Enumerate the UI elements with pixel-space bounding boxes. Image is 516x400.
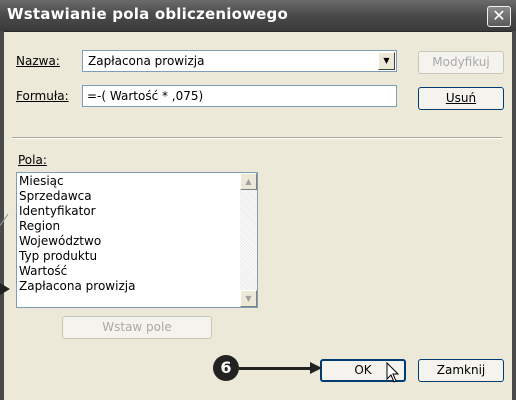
mouse-pointer-icon (386, 362, 400, 383)
close-button[interactable]: Zamknij (418, 359, 504, 382)
modify-button[interactable]: Modyfikuj (418, 51, 504, 74)
arrow-up-icon[interactable]: ▲ (240, 173, 257, 190)
fields-label: Pola: (18, 153, 47, 167)
chevron-down-icon[interactable]: ▼ (378, 52, 395, 70)
insert-field-button[interactable]: Wstaw pole (62, 316, 212, 339)
name-label-text: Nazwa: (16, 54, 60, 68)
callout-arrow-line (239, 367, 311, 370)
name-combobox[interactable]: Zapłacona prowizja ▼ (82, 50, 397, 72)
annotation-arrow-left (0, 283, 10, 295)
list-item[interactable]: Region (19, 219, 135, 234)
dialog-title: Wstawianie pola obliczeniowego (7, 5, 288, 23)
step-callout: 6 (213, 355, 239, 381)
fields-items: Miesiąc Sprzedawca Identyfikator Region … (19, 174, 135, 294)
arrow-down-icon[interactable]: ▼ (240, 290, 257, 307)
list-item[interactable]: Miesiąc (19, 174, 135, 189)
delete-button-label: Usuń (445, 91, 477, 105)
window-frame-right (512, 31, 516, 400)
list-item[interactable]: Sprzedawca (19, 189, 135, 204)
list-item[interactable]: Identyfikator (19, 204, 135, 219)
list-scrollbar[interactable]: ▲ ▼ (240, 173, 257, 307)
name-label: Nazwa: (16, 54, 60, 68)
formula-label-text: Formuła: (16, 89, 69, 103)
list-item[interactable]: Typ produktu (19, 249, 135, 264)
list-item[interactable]: Wartość (19, 264, 135, 279)
formula-label: Formuła: (16, 89, 69, 103)
fields-label-text: Pola: (18, 153, 47, 167)
close-icon[interactable]: ✕ (487, 6, 511, 27)
callout-arrowhead (310, 362, 322, 374)
name-value: Zapłacona prowizja (88, 54, 205, 68)
list-item[interactable]: Województwo (19, 234, 135, 249)
formula-value: =-( Wartość * ,075) (87, 89, 204, 103)
separator (12, 137, 502, 139)
fields-listbox[interactable]: Miesiąc Sprzedawca Identyfikator Region … (16, 172, 258, 308)
formula-input[interactable]: =-( Wartość * ,075) (82, 85, 397, 107)
title-bar: Wstawianie pola obliczeniowego ✕ (0, 0, 516, 32)
delete-button[interactable]: Usuń (418, 87, 504, 110)
list-item[interactable]: Zapłacona prowizja (19, 279, 135, 294)
